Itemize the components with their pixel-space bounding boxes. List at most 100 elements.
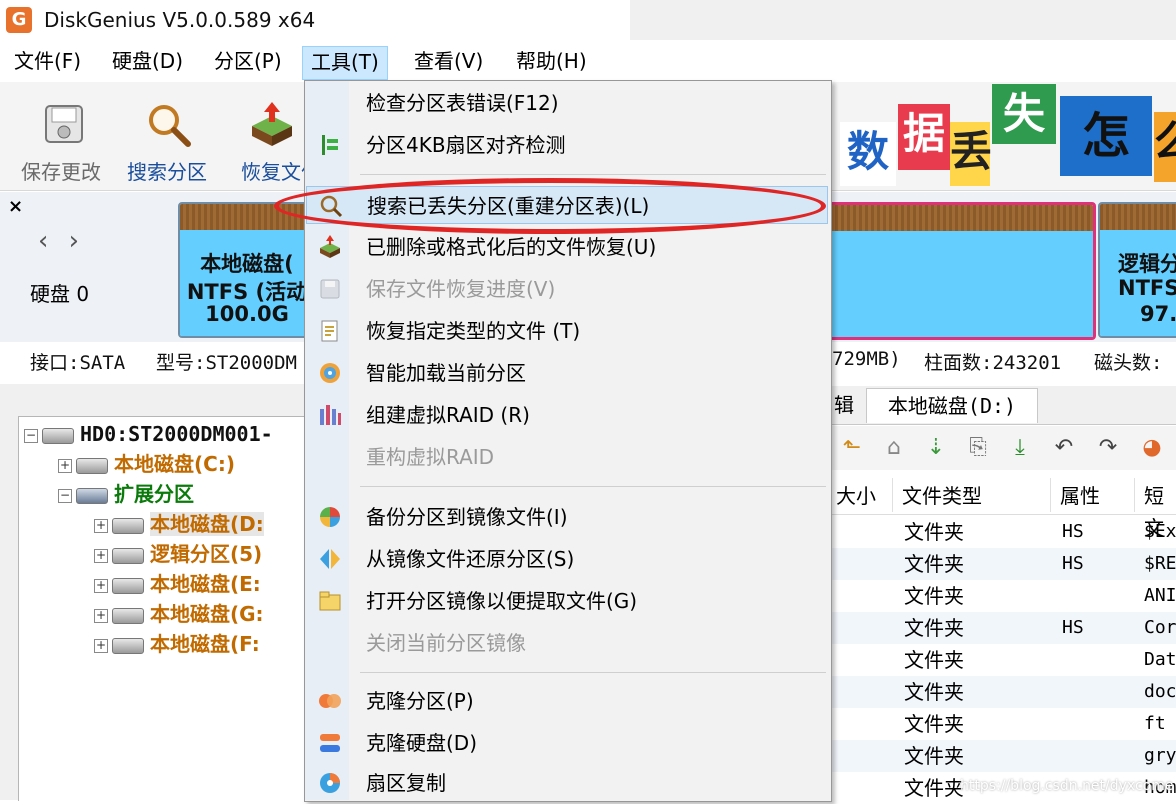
search-partition-label: 搜索分区 — [127, 160, 207, 184]
menu-check-partition-table[interactable]: 检查分区表错误(F12) — [306, 84, 828, 122]
partition-icon — [112, 547, 144, 564]
tree-item[interactable]: + 逻辑分区(5) — [94, 540, 262, 568]
menu-smart-load-partition[interactable]: 智能加载当前分区 — [306, 354, 828, 392]
tree-item[interactable]: + 本地磁盘(G: — [94, 600, 264, 628]
tree-item-label: 本地磁盘(F: — [150, 632, 260, 656]
file-short-name-cell: Cor — [1144, 617, 1176, 638]
file-row[interactable]: 文件夹 HS $RE — [832, 548, 1176, 580]
partition-name: 本地磁盘( — [200, 252, 294, 276]
tree-root-disk[interactable]: − HD0:ST2000DM001- — [24, 420, 273, 448]
redo-icon[interactable]: ↷ — [1094, 434, 1122, 462]
file-row[interactable]: 文件夹 ft — [832, 708, 1176, 740]
menu-item-label: 重构虚拟RAID — [366, 445, 495, 469]
menu-item-label: 克隆分区(P) — [366, 689, 474, 713]
file-row[interactable]: 文件夹 HS Cor — [832, 612, 1176, 644]
collapse-icon[interactable]: − — [58, 488, 72, 503]
menu-file[interactable]: 文件(F) — [6, 46, 89, 78]
partition-block-selected[interactable] — [820, 202, 1096, 340]
banner-char: 么 — [1154, 112, 1176, 182]
cylinders-info: 柱面数:243201 — [924, 352, 1062, 374]
menu-sector-copy[interactable]: 扇区复制 — [306, 764, 828, 802]
window-title: DiskGenius V5.0.0.589 x64 — [44, 8, 316, 32]
partition-block-c[interactable]: 本地磁盘( NTFS (活动 100.0G — [178, 202, 316, 338]
banner-char: 丢 — [950, 122, 992, 186]
file-type-cell: 文件夹 — [904, 616, 964, 640]
tree-item-label: 本地磁盘(C:) — [114, 452, 235, 476]
disk-nav-arrows[interactable]: ‹ › — [38, 226, 85, 256]
file-row[interactable]: 文件夹 gry — [832, 740, 1176, 772]
refresh-icon[interactable]: ◕ — [1138, 434, 1166, 462]
expand-icon[interactable]: + — [94, 608, 108, 623]
backup-icon — [320, 507, 340, 527]
sector-copy-icon — [320, 773, 340, 793]
save-disk-icon — [45, 105, 83, 143]
expand-icon[interactable]: + — [94, 518, 108, 533]
column-size[interactable]: 大小 — [836, 480, 876, 512]
menu-backup-partition-image[interactable]: 备份分区到镜像文件(I) — [306, 498, 828, 536]
file-type-cell: 文件夹 — [904, 776, 964, 800]
partition-name: 逻辑分 — [1118, 252, 1176, 276]
menu-item-label: 保存文件恢复进度(V) — [366, 277, 556, 301]
ad-banner[interactable]: 数 据 丢 失 怎 么 — [832, 82, 1176, 188]
up-folder-icon[interactable]: ⬑ — [838, 434, 866, 462]
tree-item[interactable]: + 本地磁盘(C:) — [58, 450, 235, 478]
expand-icon[interactable]: + — [94, 548, 108, 563]
tree-item[interactable]: + 本地磁盘(E: — [94, 570, 261, 598]
home-icon[interactable]: ⌂ — [880, 434, 908, 462]
file-type-cell: 文件夹 — [904, 712, 964, 736]
menu-deleted-file-recovery[interactable]: 已删除或格式化后的文件恢复(U) — [306, 228, 828, 266]
save-changes-label: 保存更改 — [21, 160, 101, 184]
menu-item-label: 关闭当前分区镜像 — [366, 631, 526, 655]
column-type[interactable]: 文件类型 — [902, 480, 982, 512]
tab-local-disk-d[interactable]: 本地磁盘(D:) — [866, 388, 1038, 423]
menu-item-label: 恢复指定类型的文件 (T) — [366, 319, 581, 343]
menu-disk[interactable]: 硬盘(D) — [104, 46, 191, 78]
partition-icon — [112, 517, 144, 534]
tree-item-extended[interactable]: − 扩展分区 — [58, 480, 194, 508]
partition-block-logical[interactable]: 逻辑分 NTFS 97. — [1098, 202, 1176, 338]
align-icon — [322, 135, 338, 155]
menu-clone-partition[interactable]: 克隆分区(P) — [306, 682, 828, 720]
undo-icon[interactable]: ↶ — [1050, 434, 1078, 462]
menu-help[interactable]: 帮助(H) — [508, 46, 595, 78]
disk-label: 硬盘 0 — [30, 282, 90, 306]
file-type-cell: 文件夹 — [904, 520, 964, 544]
menu-recover-file-type[interactable]: 恢复指定类型的文件 (T) — [306, 312, 828, 350]
expand-icon[interactable]: + — [94, 578, 108, 593]
menu-4kb-alignment-check[interactable]: 分区4KB扇区对齐检测 — [306, 126, 828, 164]
file-row[interactable]: 文件夹 ANI — [832, 580, 1176, 612]
file-row[interactable]: 文件夹 HS $Ex — [832, 516, 1176, 548]
tree-root-label: HD0:ST2000DM001- — [80, 422, 273, 446]
column-attr[interactable]: 属性 — [1060, 480, 1100, 512]
menu-view[interactable]: 查看(V) — [406, 46, 491, 78]
expand-icon[interactable]: + — [94, 638, 108, 653]
watermark: https://blog.csdn.net/dyxcome — [960, 778, 1174, 794]
menu-search-lost-partitions[interactable]: 搜索已丢失分区(重建分区表)(L) — [306, 186, 828, 224]
menu-item-label: 克隆硬盘(D) — [366, 731, 478, 755]
file-row[interactable]: 文件夹 Dat — [832, 644, 1176, 676]
download-icon[interactable]: ⤓ — [1006, 434, 1034, 462]
close-icon[interactable]: × — [8, 196, 23, 217]
menu-build-virtual-raid[interactable]: 组建虚拟RAID (R) — [306, 396, 828, 434]
menu-item-label: 打开分区镜像以便提取文件(G) — [366, 589, 638, 613]
menu-save-recovery-progress: 保存文件恢复进度(V) — [306, 270, 828, 308]
file-icon[interactable]: ⎘ — [964, 434, 992, 462]
menu-clone-disk[interactable]: 克隆硬盘(D) — [306, 724, 828, 762]
menu-open-partition-image[interactable]: 打开分区镜像以便提取文件(G) — [306, 582, 828, 620]
file-row[interactable]: 文件夹 doc — [832, 676, 1176, 708]
tree-item[interactable]: + 本地磁盘(F: — [94, 630, 260, 658]
tree-item-selected[interactable]: + 本地磁盘(D: — [94, 510, 264, 538]
filetype-icon — [321, 320, 338, 342]
menu-restore-from-image[interactable]: 从镜像文件还原分区(S) — [306, 540, 828, 578]
search-partition-button[interactable]: 搜索分区 — [118, 94, 218, 184]
tab-edit-partial[interactable]: 辑 — [834, 388, 854, 422]
save-changes-button[interactable]: 保存更改 — [14, 94, 114, 184]
copy-out-icon[interactable]: ⇣ — [922, 434, 950, 462]
menu-partition[interactable]: 分区(P) — [206, 46, 290, 78]
menu-tools[interactable]: 工具(T) — [302, 46, 388, 80]
collapse-icon[interactable]: − — [24, 428, 38, 443]
recover-box-icon — [252, 102, 292, 146]
expand-icon[interactable]: + — [58, 458, 72, 473]
tree-item-label: 本地磁盘(G: — [150, 602, 264, 626]
menu-item-label: 已删除或格式化后的文件恢复(U) — [366, 235, 657, 259]
